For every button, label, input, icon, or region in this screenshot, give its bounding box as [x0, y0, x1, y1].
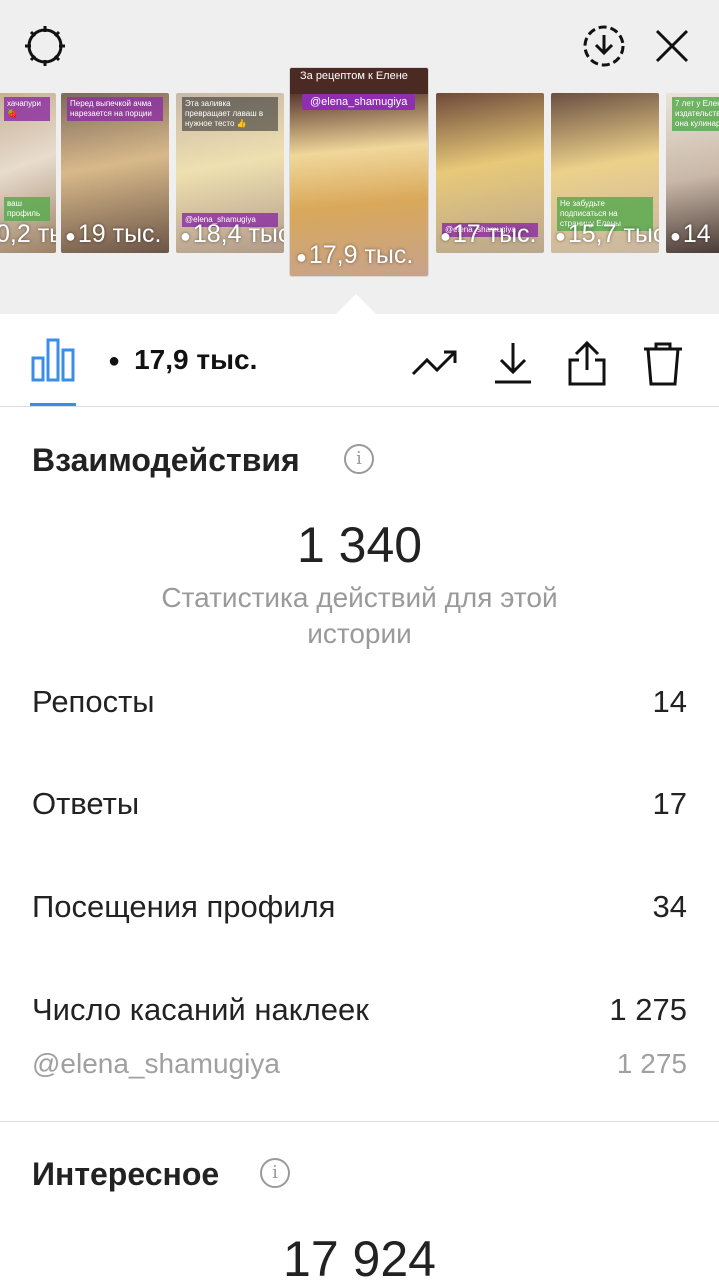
- download-circle-icon[interactable]: [580, 22, 628, 70]
- insights-tab[interactable]: [30, 336, 76, 406]
- eye-icon: ●: [65, 226, 76, 246]
- story-caption: ваш профиль: [4, 197, 50, 221]
- eye-icon: ●: [296, 247, 307, 267]
- story-views-value: 17 тыс.: [452, 220, 537, 248]
- stat-row-mention: @elena_shamugiya 1 275: [32, 1048, 687, 1088]
- trash-icon[interactable]: [640, 340, 686, 386]
- stat-value: 34: [652, 889, 687, 924]
- bar-chart-icon: [31, 338, 75, 382]
- stat-value: 1 275: [609, 992, 687, 1027]
- settings-icon[interactable]: [20, 21, 70, 71]
- stat-label: @elena_shamugiya: [32, 1048, 280, 1079]
- stat-row-reposts: Репосты 14: [32, 684, 687, 724]
- interactions-subtitle: Статистика действий для этой истории: [161, 582, 558, 649]
- story-views: 0,2 тыс.: [0, 220, 56, 249]
- story-caption: Эта заливка превращает лаваш в нужное те…: [182, 97, 278, 131]
- close-icon[interactable]: [652, 26, 692, 66]
- view-count: ● 17,9 тыс.: [108, 344, 257, 376]
- selection-pointer: [336, 294, 376, 314]
- story-views: ●18,4 тыс.: [180, 220, 284, 249]
- download-icon[interactable]: [490, 340, 536, 386]
- discovery-title: Интересное: [32, 1156, 220, 1192]
- top-bar: [0, 0, 719, 68]
- story-toolbar: ● 17,9 тыс.: [0, 314, 719, 407]
- story-views: ●17,9 тыс.: [296, 241, 413, 270]
- story-views-value: 15,7 тыс.: [567, 220, 659, 248]
- story-views-value: 0,2 тыс.: [0, 220, 56, 248]
- story-archive-header: хачапури 🍓 ваш профиль 0,2 тыс. Перед вы…: [0, 0, 719, 314]
- discovery-total: 17 924: [283, 1231, 436, 1287]
- tab-underline: [30, 403, 76, 406]
- stat-value: 1 275: [616, 1048, 687, 1079]
- stat-row-sticker-taps: Число касаний наклеек 1 275: [32, 992, 687, 1032]
- story-thumbnail[interactable]: хачапури 🍓 ваш профиль 0,2 тыс.: [0, 93, 56, 253]
- stat-label: Число касаний наклеек: [32, 992, 369, 1027]
- view-count-value: 17,9 тыс.: [134, 344, 258, 375]
- stat-label: Ответы: [32, 786, 140, 821]
- story-thumbnail[interactable]: Перед выпечкой ачма нарезается на порции…: [61, 93, 169, 253]
- stat-label: Репосты: [32, 684, 155, 719]
- mention-tag: @elena_shamugiya: [302, 94, 416, 110]
- stat-row-replies: Ответы 17: [32, 786, 687, 826]
- story-views: ●19 тыс.: [65, 220, 162, 249]
- stat-label: Посещения профиля: [32, 889, 336, 924]
- info-icon[interactable]: i: [344, 444, 374, 474]
- section-divider: [0, 1121, 719, 1122]
- stat-value: 14: [652, 684, 687, 719]
- eye-icon: ●: [555, 226, 566, 246]
- story-views-value: 14: [682, 220, 711, 248]
- stat-row-profile-visits: Посещения профиля 34: [32, 889, 687, 929]
- eye-icon: ●: [440, 226, 451, 246]
- story-views-value: 18,4 тыс.: [192, 220, 284, 248]
- story-caption: хачапури 🍓: [4, 97, 50, 121]
- eye-icon: ●: [670, 226, 681, 246]
- story-views: ●14: [670, 220, 711, 249]
- info-icon[interactable]: i: [260, 1158, 290, 1188]
- interactions-total: 1 340: [296, 517, 423, 573]
- story-thumbnail[interactable]: 7 лет у Елены издательство основном она …: [666, 93, 719, 253]
- interactions-title: Взаимодействия: [32, 442, 300, 478]
- story-views-value: 19 тыс.: [77, 220, 162, 248]
- trend-icon[interactable]: [410, 340, 457, 386]
- story-caption: За рецептом к Елене: [290, 68, 428, 94]
- share-icon[interactable]: [564, 340, 610, 386]
- story-views: ●17 тыс.: [440, 220, 537, 249]
- story-views-value: 17,9 тыс.: [308, 241, 414, 269]
- story-thumbnail[interactable]: Не забудьте подписаться на страницу Елен…: [551, 93, 659, 253]
- story-caption: 7 лет у Елены издательство основном она …: [672, 97, 719, 131]
- story-views: ●15,7 тыс.: [555, 220, 659, 249]
- story-thumbnail[interactable]: Эта заливка превращает лаваш в нужное те…: [176, 93, 284, 253]
- selected-story-thumbnail[interactable]: За рецептом к Елене @elena_shamugiya ●17…: [290, 68, 428, 276]
- story-caption: Перед выпечкой ачма нарезается на порции: [67, 97, 163, 121]
- eye-icon: ●: [108, 350, 121, 372]
- stat-value: 17: [652, 786, 687, 821]
- eye-icon: ●: [180, 226, 191, 246]
- story-thumbnail[interactable]: @elena_shamugiya ●17 тыс.: [436, 93, 544, 253]
